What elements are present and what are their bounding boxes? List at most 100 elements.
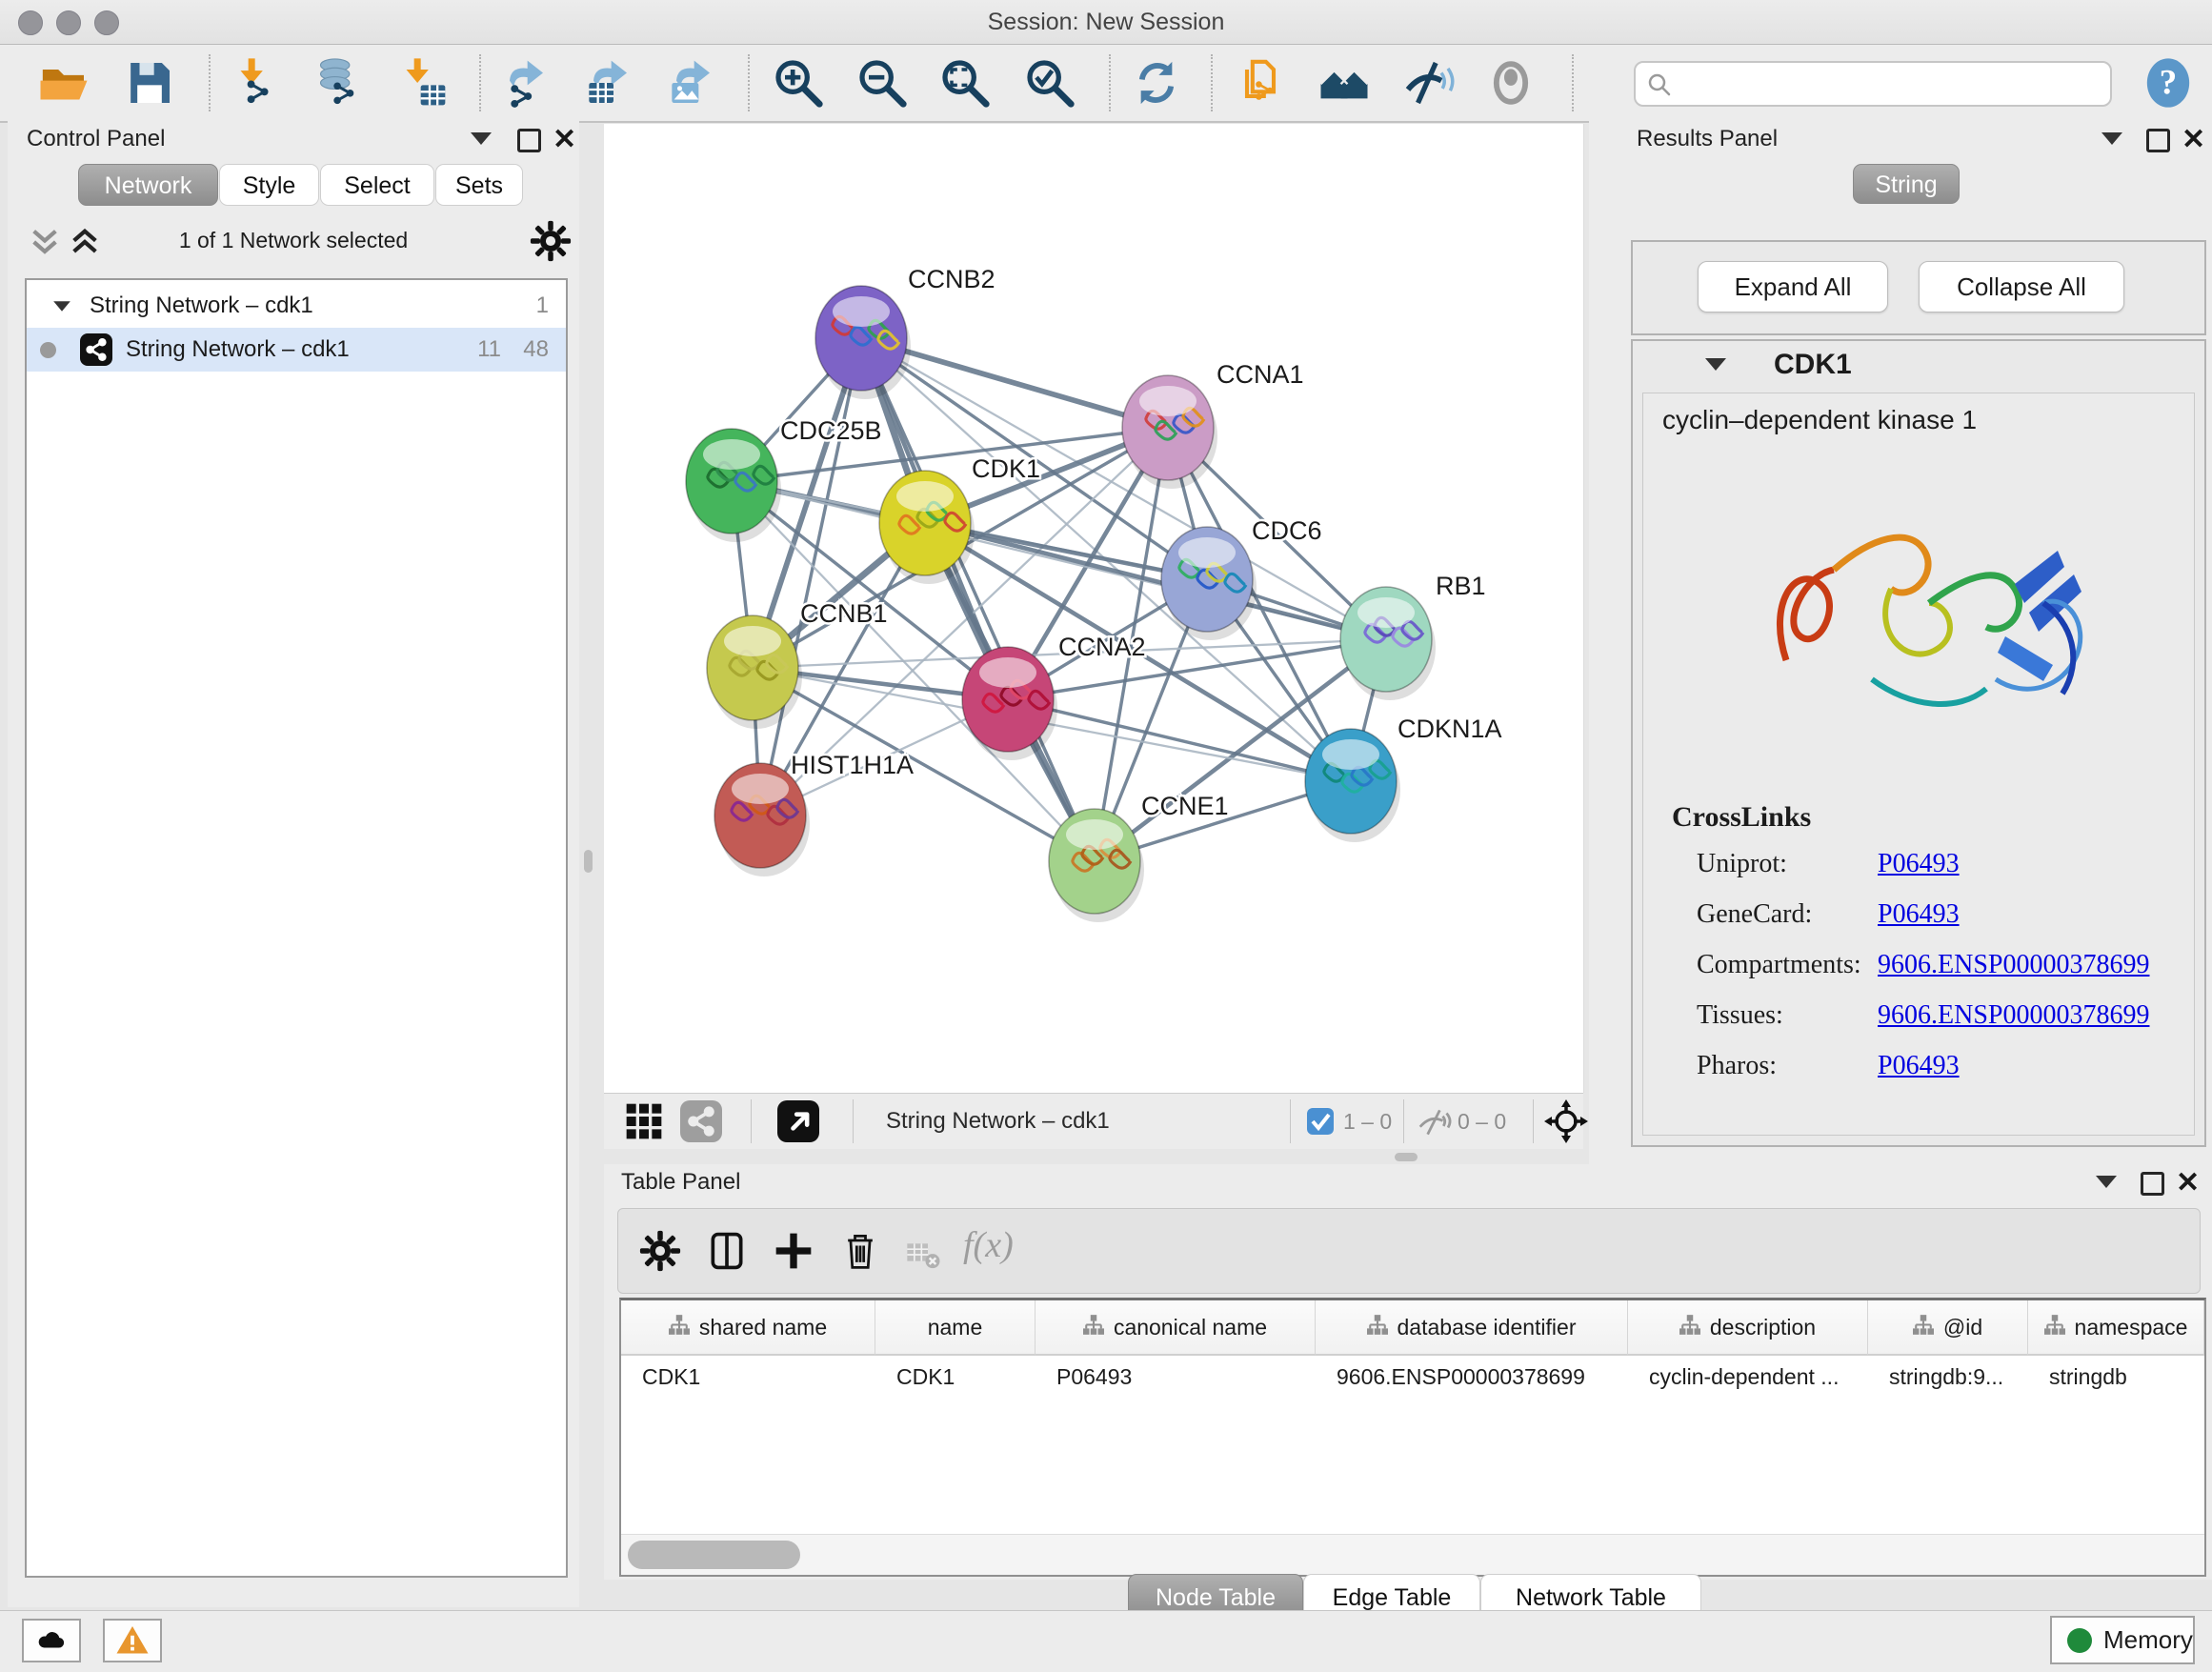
copy-network-icon[interactable] [1234, 56, 1287, 110]
network-node-ccnb2[interactable] [815, 286, 911, 399]
collapse-entry-triangle-icon[interactable] [1705, 358, 1726, 375]
table-cell[interactable]: 9606.ENSP00000378699 [1316, 1358, 1628, 1396]
tab-sets[interactable]: Sets [435, 164, 523, 206]
help-icon[interactable]: ? [2142, 56, 2195, 110]
eye-icon[interactable] [1484, 56, 1538, 110]
selected-nodes-checkbox[interactable] [1307, 1108, 1334, 1135]
warning-button[interactable] [103, 1619, 162, 1662]
table-cell[interactable]: P06493 [1036, 1358, 1316, 1396]
export-table-icon[interactable] [580, 56, 633, 110]
network-edge[interactable] [760, 338, 861, 816]
protein-structure-image [1729, 460, 2110, 784]
network-node-ccne1[interactable] [1049, 809, 1144, 922]
network-item-row[interactable]: String Network – cdk1 11 48 [27, 328, 566, 372]
network-node-rb1[interactable] [1340, 587, 1436, 700]
crosslink-link[interactable]: 9606.ENSP00000378699 [1878, 950, 2149, 980]
memory-label: Memory [2103, 1618, 2193, 1662]
column-header-canonical-name[interactable]: canonical name [1036, 1300, 1316, 1356]
fit-selected-crosshair-icon[interactable] [1543, 1098, 1589, 1149]
memory-button[interactable]: Memory [2050, 1616, 2195, 1664]
float-panel-icon[interactable] [2141, 1172, 2164, 1200]
float-panel-icon[interactable] [517, 129, 541, 157]
close-panel-icon[interactable]: ✕ [553, 123, 576, 156]
network-node-ccnb1[interactable] [707, 615, 802, 729]
main-toolbar: ? [0, 45, 2212, 123]
float-panel-icon[interactable] [2146, 129, 2170, 157]
scrollbar-thumb[interactable] [628, 1541, 800, 1569]
tab-select[interactable]: Select [320, 164, 434, 206]
collapse-all-button[interactable]: Collapse All [1919, 261, 2124, 312]
table-cell[interactable]: stringdb:9... [1868, 1358, 2028, 1396]
column-header-description[interactable]: description [1628, 1300, 1868, 1356]
crosslink-link[interactable]: P06493 [1878, 899, 1960, 930]
table-cell[interactable]: CDK1 [621, 1358, 875, 1396]
network-edge[interactable] [861, 338, 1095, 861]
crosslink-link[interactable]: P06493 [1878, 1051, 1960, 1081]
grid-view-icon[interactable] [625, 1102, 663, 1145]
hide-items-icon[interactable] [1401, 56, 1455, 110]
column-header-name[interactable]: name [875, 1300, 1036, 1356]
table-cell[interactable]: CDK1 [875, 1358, 1036, 1396]
crosslink-link[interactable]: P06493 [1878, 849, 1960, 879]
node-label: CCNB1 [800, 599, 888, 628]
export-network-icon[interactable] [496, 56, 550, 110]
open-icon[interactable] [37, 56, 90, 110]
import-network-icon[interactable] [231, 56, 284, 110]
tab-string[interactable]: String [1853, 164, 1960, 204]
bottom-splitter-handle[interactable] [1395, 1153, 1418, 1161]
network-group-row[interactable]: String Network – cdk1 1 [27, 284, 566, 328]
column-header-namespace[interactable]: namespace [2028, 1300, 2204, 1356]
network-node-ccna1[interactable] [1122, 375, 1217, 489]
column-header--id[interactable]: @id [1868, 1300, 2028, 1356]
results-actions-box: Expand All Collapse All [1631, 240, 2206, 335]
results-panel-title: Results Panel [1637, 126, 1778, 152]
zoom-selected-icon[interactable] [1023, 56, 1076, 110]
zoom-fit-icon[interactable] [938, 56, 992, 110]
panel-menu-icon[interactable] [2101, 132, 2122, 150]
tab-style[interactable]: Style [219, 164, 319, 206]
tab-network[interactable]: Network [78, 164, 218, 206]
network-canvas[interactable]: CCNB2CCNA1CDC25BCDK1CDC6RB1CCNB1CCNA2CDK… [604, 124, 1584, 1093]
node-label: CDKN1A [1398, 715, 1502, 743]
table-cell[interactable]: cyclin-dependent ... [1628, 1358, 1868, 1396]
horizontal-scrollbar[interactable] [621, 1534, 2204, 1575]
window-title: Session: New Session [0, 0, 2212, 44]
close-panel-icon[interactable]: ✕ [2182, 123, 2205, 156]
expand-all-button[interactable]: Expand All [1698, 261, 1888, 312]
panel-menu-icon[interactable] [471, 132, 492, 150]
panel-menu-icon[interactable] [2096, 1176, 2117, 1193]
search-input[interactable] [1681, 65, 2095, 101]
zoom-in-icon[interactable] [772, 56, 825, 110]
network-node-hist1h1a[interactable] [714, 763, 810, 876]
left-splitter-handle[interactable] [584, 850, 593, 873]
close-panel-icon[interactable]: ✕ [2176, 1166, 2200, 1199]
import-database-icon[interactable] [311, 56, 364, 110]
refresh-icon[interactable] [1130, 56, 1183, 110]
network-selection-status: 1 of 1 Network selected [8, 228, 579, 253]
table-cell[interactable]: stringdb [2028, 1358, 2204, 1396]
houses-icon[interactable] [1317, 56, 1371, 110]
cloud-button[interactable] [22, 1619, 81, 1662]
show-columns-icon[interactable] [706, 1230, 748, 1277]
open-in-new-window-icon[interactable] [777, 1100, 819, 1142]
crosslink-row: Compartments:9606.ENSP00000378699 [1697, 950, 2192, 980]
network-node-cdkn1a[interactable] [1305, 729, 1400, 842]
network-node-cdc25b[interactable] [686, 429, 781, 542]
birds-eye-view-icon[interactable] [680, 1100, 722, 1142]
network-node-cdk1[interactable] [879, 471, 975, 584]
column-header-database-identifier[interactable]: database identifier [1316, 1300, 1628, 1356]
add-column-icon[interactable] [773, 1230, 814, 1277]
table-options-gear-icon[interactable] [639, 1230, 681, 1277]
network-edge-count: 48 [523, 328, 549, 372]
collapse-triangle-icon[interactable] [51, 284, 72, 328]
delete-column-trash-icon[interactable] [839, 1230, 881, 1277]
export-image-icon[interactable] [663, 56, 716, 110]
network-options-gear-icon[interactable] [530, 220, 572, 267]
hidden-items-eye-icon[interactable] [1416, 1104, 1452, 1145]
crosslink-link[interactable]: 9606.ENSP00000378699 [1878, 1000, 2149, 1031]
network-node-ccna2[interactable] [962, 647, 1057, 760]
column-header-shared-name[interactable]: shared name [621, 1300, 875, 1356]
import-table-icon[interactable] [396, 56, 450, 110]
zoom-out-icon[interactable] [855, 56, 909, 110]
save-icon[interactable] [123, 56, 176, 110]
